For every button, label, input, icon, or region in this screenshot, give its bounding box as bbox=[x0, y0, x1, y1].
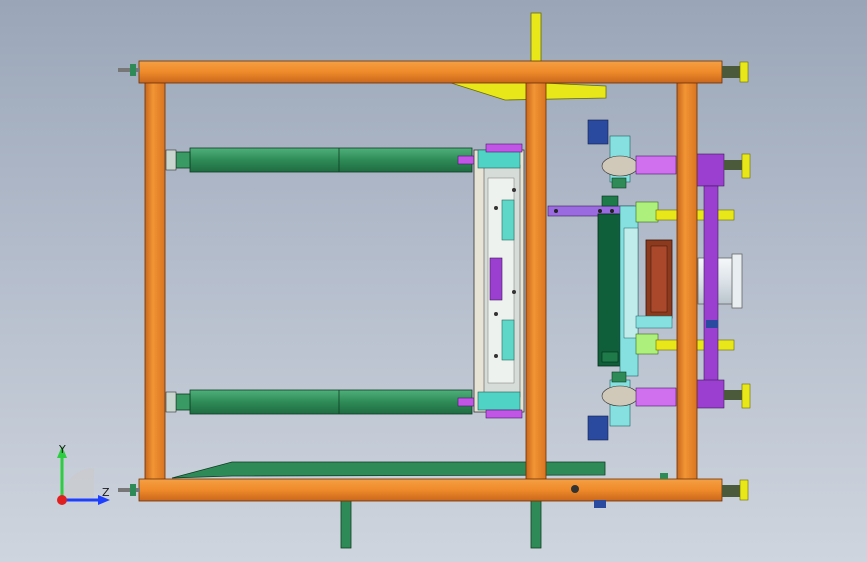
feed-mechanism[interactable] bbox=[597, 195, 743, 377]
bottom-knob[interactable] bbox=[571, 485, 579, 493]
bottom-leg-right[interactable] bbox=[530, 499, 542, 549]
screw-bottom-left[interactable] bbox=[118, 484, 140, 496]
frame-center-post[interactable] bbox=[525, 81, 547, 481]
triad-z-label: Z bbox=[102, 486, 110, 499]
frame-bottom-beam[interactable] bbox=[138, 478, 723, 502]
leveling-foot-bottom-right[interactable] bbox=[722, 479, 749, 501]
cylinder-lower[interactable] bbox=[165, 389, 483, 415]
frame-right-post[interactable] bbox=[676, 81, 698, 481]
top-vertical-rod[interactable] bbox=[530, 12, 542, 64]
lower-roller-unit[interactable] bbox=[587, 371, 677, 441]
leveling-foot-top-right[interactable] bbox=[722, 61, 749, 83]
assembly-view[interactable] bbox=[0, 0, 867, 562]
frame-top-beam[interactable] bbox=[138, 60, 723, 84]
bottom-leg-left[interactable] bbox=[340, 499, 352, 549]
cylinder-upper[interactable] bbox=[165, 147, 483, 173]
die-plate-assembly[interactable] bbox=[473, 143, 525, 419]
triad-y-label: Y bbox=[59, 443, 66, 456]
leveling-foot-mid-upper[interactable] bbox=[724, 153, 751, 179]
cad-graphics-area[interactable]: Y Z bbox=[0, 0, 867, 562]
leveling-foot-mid-lower[interactable] bbox=[724, 383, 751, 409]
frame-left-post[interactable] bbox=[144, 81, 166, 481]
upper-roller-unit[interactable] bbox=[587, 119, 677, 189]
bottom-clip[interactable] bbox=[594, 500, 606, 508]
screw-top-left[interactable] bbox=[118, 64, 140, 76]
